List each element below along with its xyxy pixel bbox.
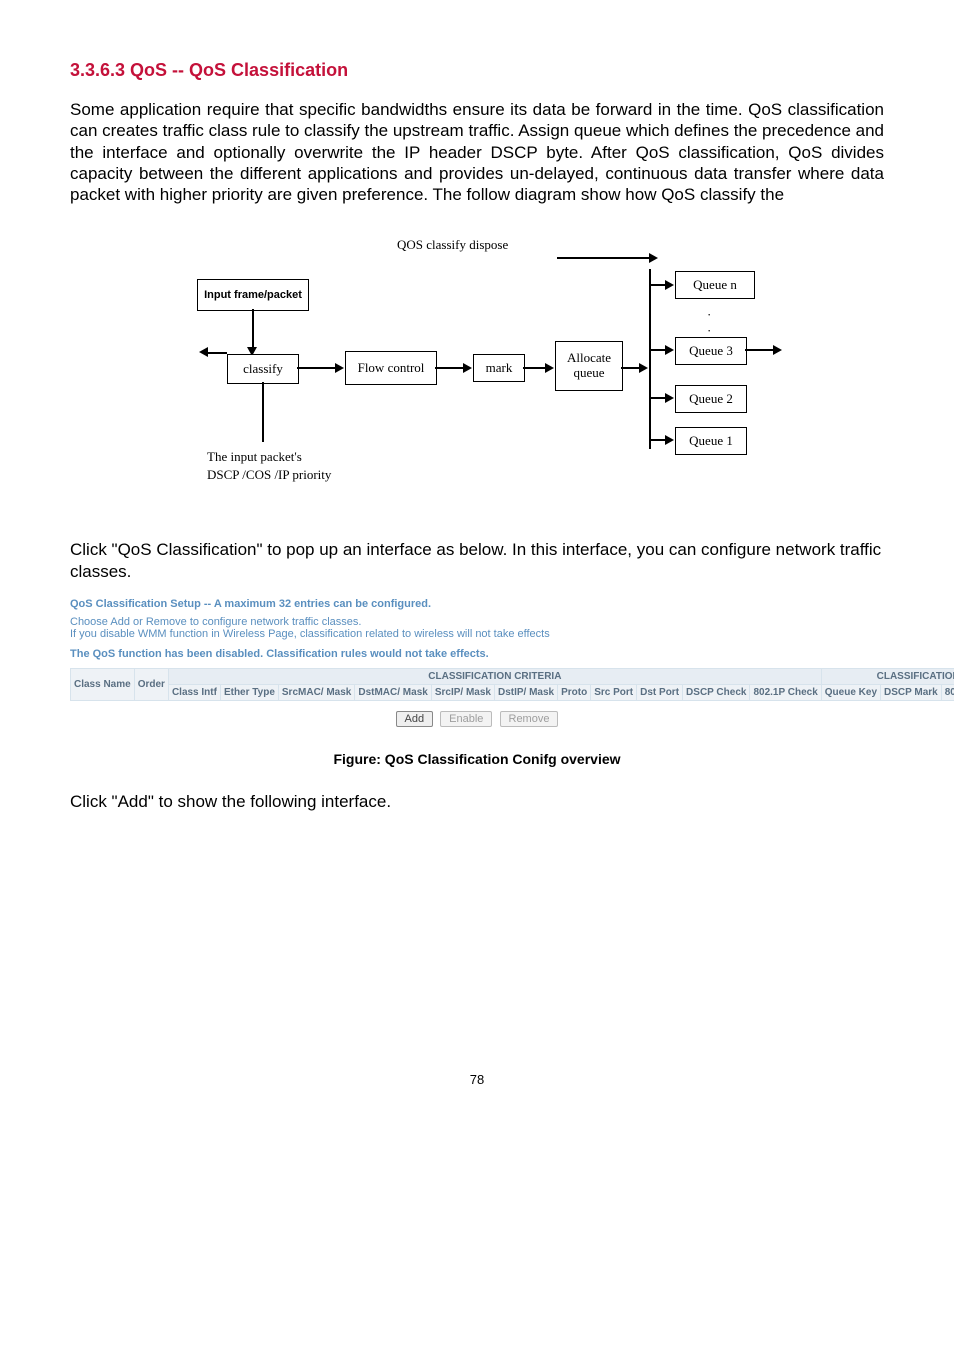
paragraph-intro: Some application require that specific b…: [70, 99, 884, 205]
config-panel: QoS Classification Setup -- A maximum 32…: [70, 598, 884, 727]
col-class-intf: Class Intf: [168, 684, 220, 700]
diagram-ellipsis: ··: [707, 307, 713, 339]
diagram-queue-1: Queue 1: [675, 427, 747, 455]
paragraph-click-add: Click "Add" to show the following interf…: [70, 791, 884, 812]
diagram-classify-box: classify: [227, 354, 299, 384]
col-order: Order: [134, 668, 168, 700]
config-line-1: Choose Add or Remove to configure networ…: [70, 616, 884, 628]
remove-button[interactable]: Remove: [500, 711, 559, 727]
diagram-footer-2: DSCP /COS /IP priority: [207, 467, 407, 483]
col-srcport: Src Port: [591, 684, 637, 700]
diagram-input-box: Input frame/packet: [197, 279, 309, 311]
col-dstport: Dst Port: [637, 684, 683, 700]
diagram-title: QOS classify dispose: [397, 237, 508, 253]
enable-button[interactable]: Enable: [440, 711, 492, 727]
config-setup-title: QoS Classification Setup -- A maximum 32…: [70, 598, 884, 610]
col-proto: Proto: [558, 684, 591, 700]
diagram-queue-n: Queue n: [675, 271, 755, 299]
diagram-queue-2: Queue 2: [675, 385, 747, 413]
col-srcip: SrcIP/ Mask: [431, 684, 494, 700]
diagram-flow-box: Flow control: [345, 351, 437, 385]
qos-diagram: QOS classify dispose Input frame/packet …: [70, 229, 884, 509]
col-dstmac: DstMAC/ Mask: [355, 684, 431, 700]
col-8021p-check: 802.1P Check: [750, 684, 821, 700]
diagram-queue-3: Queue 3: [675, 337, 747, 365]
config-disabled-msg: The QoS function has been disabled. Clas…: [70, 648, 884, 660]
config-line-2: If you disable WMM function in Wireless …: [70, 628, 884, 640]
figure-caption: Figure: QoS Classification Conifg overvi…: [70, 751, 884, 767]
col-srcmac: SrcMAC/ Mask: [278, 684, 354, 700]
page-number: 78: [70, 1072, 884, 1087]
add-button[interactable]: Add: [396, 711, 434, 727]
col-ether-type: Ether Type: [220, 684, 278, 700]
col-dstip: DstIP/ Mask: [494, 684, 557, 700]
group-results: CLASSIFICATION RESULTS: [821, 668, 954, 684]
col-queue-key: Queue Key: [821, 684, 880, 700]
col-dscp-check: DSCP Check: [683, 684, 750, 700]
col-dscp-mark: DSCP Mark: [881, 684, 942, 700]
diagram-mark-box: mark: [473, 354, 525, 382]
group-criteria: CLASSIFICATION CRITERIA: [168, 668, 821, 684]
section-heading: 3.3.6.3 QoS -- QoS Classification: [70, 60, 884, 81]
paragraph-click-classification: Click "QoS Classification" to pop up an …: [70, 539, 884, 582]
classification-table: Class Name Order CLASSIFICATION CRITERIA…: [70, 668, 954, 701]
config-button-row: Add Enable Remove: [70, 711, 884, 727]
diagram-footer-1: The input packet's: [207, 449, 387, 465]
diagram-allocate-box: Allocate queue: [555, 341, 623, 391]
col-class-name: Class Name: [71, 668, 135, 700]
col-8021p-mark: 802.1P Mark: [941, 684, 954, 700]
